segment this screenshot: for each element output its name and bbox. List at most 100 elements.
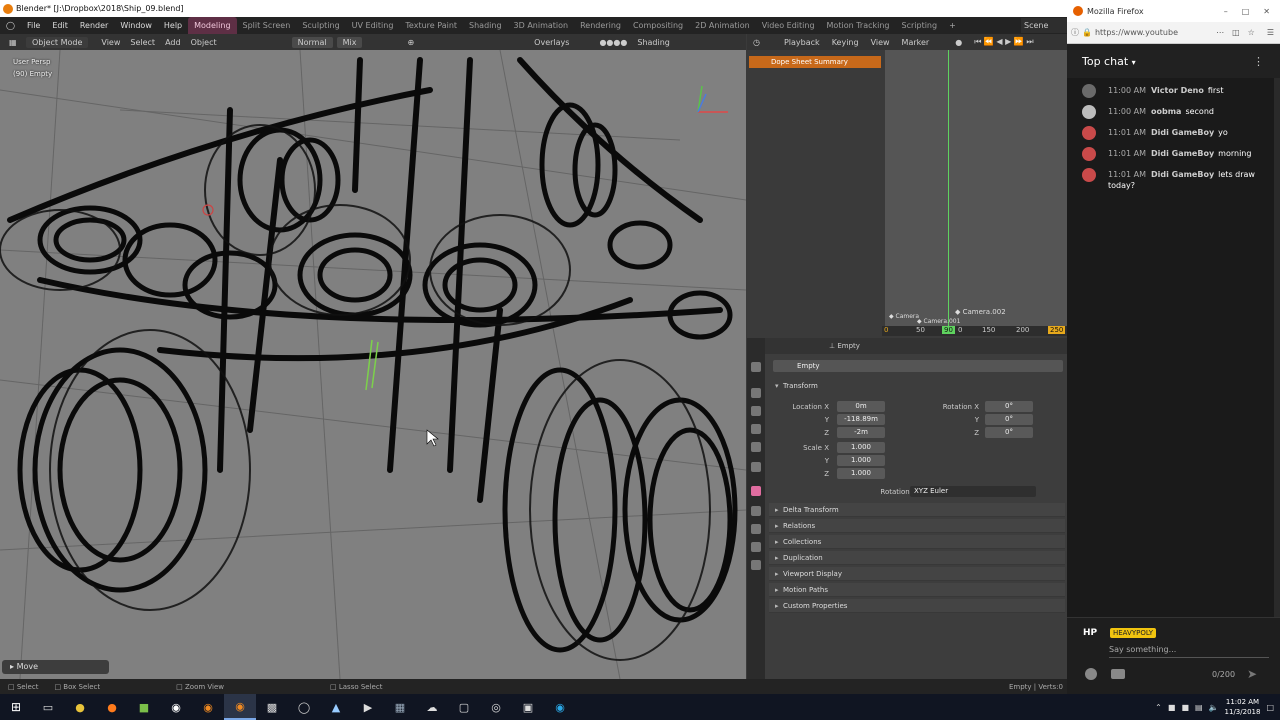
onedrive-icon[interactable]: ☁	[416, 694, 448, 720]
tab-sculpting[interactable]: Sculpting	[296, 17, 345, 34]
object-tab-icon[interactable]	[751, 486, 761, 496]
tray-chevron-icon[interactable]: ⌃	[1155, 703, 1162, 712]
superchat-icon[interactable]	[1111, 669, 1125, 679]
clock[interactable]: 11:02 AM 11/3/2018	[1225, 697, 1261, 717]
tool-tab-icon[interactable]	[751, 362, 761, 372]
start-button[interactable]: ⊞	[0, 694, 32, 720]
more-options-icon[interactable]: ⋮	[1253, 55, 1280, 68]
scene-tab-icon[interactable]	[751, 442, 761, 452]
menu-help[interactable]: Help	[158, 21, 188, 30]
tray-app-icon[interactable]: ■	[1168, 703, 1176, 712]
record-icon[interactable]: ●	[949, 38, 968, 47]
blend-mode-dropdown[interactable]: Mix	[336, 36, 363, 48]
tray-app-icon[interactable]: ■	[1181, 703, 1189, 712]
emoji-icon[interactable]	[1085, 668, 1097, 680]
world-tab-icon[interactable]	[751, 462, 761, 472]
skype-icon[interactable]: ◉	[544, 694, 576, 720]
maps-icon[interactable]: ◎	[480, 694, 512, 720]
menu-ds-view[interactable]: View	[865, 38, 896, 47]
menu-select[interactable]: Select	[125, 38, 160, 47]
notifications-icon[interactable]: □	[1266, 703, 1274, 712]
tab-uv-editing[interactable]: UV Editing	[346, 17, 400, 34]
panel-duplication[interactable]: ▸ Duplication	[769, 551, 1065, 565]
menu-add[interactable]: Add	[160, 38, 186, 47]
url-text[interactable]: https://www.youtube	[1095, 28, 1178, 37]
firefox-taskbar-icon[interactable]: ●	[96, 694, 128, 720]
scene-selector[interactable]: Scene	[1021, 18, 1067, 33]
frame-ruler[interactable]: 0 50 90 0 150 200 250	[882, 326, 1067, 336]
minimize-icon[interactable]: –	[1224, 7, 1228, 16]
orientation-dropdown[interactable]: Normal	[291, 36, 333, 48]
network-icon[interactable]: ▤	[1195, 703, 1203, 712]
shading-dropdown[interactable]: Shading	[632, 38, 675, 47]
mode-dropdown[interactable]: Object Mode	[26, 36, 89, 48]
tab-rendering[interactable]: Rendering	[574, 17, 627, 34]
message-author[interactable]: oobma	[1151, 107, 1181, 116]
scale-x-field[interactable]: 1.000	[837, 442, 885, 453]
close-icon[interactable]: ✕	[1263, 7, 1270, 16]
page-actions-icon[interactable]: ⋯	[1216, 28, 1224, 37]
chat-message-input[interactable]: Say something...	[1109, 645, 1269, 658]
menu-playback[interactable]: Playback	[778, 38, 826, 47]
tab-compositing[interactable]: Compositing	[627, 17, 689, 34]
data-tab-icon[interactable]	[751, 542, 761, 552]
3d-viewport[interactable]: ▦ Object Mode View Select Add Object Nor…	[0, 34, 746, 679]
location-x-field[interactable]: 0m	[837, 401, 885, 412]
volume-icon[interactable]: 🔈	[1209, 703, 1219, 712]
panel-viewport-display[interactable]: ▸ Viewport Display	[769, 567, 1065, 581]
info-icon[interactable]: ⓘ	[1071, 27, 1079, 38]
dope-sheet-summary[interactable]: Dope Sheet Summary	[749, 56, 881, 68]
marker-camera-001[interactable]: ◆ Camera.001	[917, 318, 960, 325]
rotation-x-field[interactable]: 0°	[985, 401, 1033, 412]
avatar[interactable]	[1082, 168, 1096, 182]
send-icon[interactable]: ➤	[1247, 667, 1257, 681]
snap-icon[interactable]: ⊕	[402, 38, 419, 47]
add-workspace-icon[interactable]: +	[943, 21, 962, 30]
menu-window[interactable]: Window	[114, 21, 158, 30]
obs-icon[interactable]: ◉	[160, 694, 192, 720]
tab-modeling[interactable]: Modeling	[188, 17, 237, 34]
marker-camera-002[interactable]: ◆ Camera.002	[955, 308, 1006, 316]
chat-mode-dropdown[interactable]: Top chat ▾	[1082, 55, 1136, 68]
message-author[interactable]: Didi GameBoy	[1151, 170, 1214, 179]
menu-object[interactable]: Object	[186, 38, 222, 47]
tab-split-screen[interactable]: Split Screen	[237, 17, 297, 34]
output-tab-icon[interactable]	[751, 406, 761, 416]
menu-edit[interactable]: Edit	[46, 21, 74, 30]
location-z-field[interactable]: -2m	[837, 427, 885, 438]
tab-motion-tracking[interactable]: Motion Tracking	[821, 17, 896, 34]
panel-delta-transform[interactable]: ▸ Delta Transform	[769, 503, 1065, 517]
maximize-icon[interactable]: □	[1242, 7, 1250, 16]
last-operation-panel[interactable]: ▸ Move	[2, 660, 109, 674]
message-author[interactable]: Didi GameBoy	[1151, 149, 1214, 158]
menu-file[interactable]: File	[21, 21, 46, 30]
app-icon[interactable]: ▦	[384, 694, 416, 720]
tab-shading[interactable]: Shading	[463, 17, 508, 34]
panel-custom-properties[interactable]: ▸ Custom Properties	[769, 599, 1065, 613]
avatar[interactable]	[1082, 147, 1096, 161]
tab-scripting[interactable]: Scripting	[896, 17, 944, 34]
dope-sheet-timeline[interactable]: ◆ Camera ◆ Camera.001 ◆ Camera.002	[885, 50, 1067, 330]
transform-panel-header[interactable]: ▾ Transform	[769, 379, 1065, 393]
message-author[interactable]: Didi GameBoy	[1151, 128, 1214, 137]
message-author[interactable]: Victor Deno	[1151, 86, 1204, 95]
panel-relations[interactable]: ▸ Relations	[769, 519, 1065, 533]
app-icon[interactable]: ▲	[320, 694, 352, 720]
editor-type-icon[interactable]: ▦	[4, 38, 22, 47]
tab-2d-animation[interactable]: 2D Animation	[689, 17, 756, 34]
notepad-icon[interactable]: ■	[128, 694, 160, 720]
avatar[interactable]	[1082, 84, 1096, 98]
rotation-z-field[interactable]: 0°	[985, 427, 1033, 438]
marker-camera[interactable]: ◆ Camera	[889, 313, 919, 320]
tab-texture-paint[interactable]: Texture Paint	[399, 17, 463, 34]
scale-y-field[interactable]: 1.000	[837, 455, 885, 466]
physics-tab-icon[interactable]	[751, 506, 761, 516]
menu-render[interactable]: Render	[74, 21, 114, 30]
task-view-icon[interactable]: ▭	[32, 694, 64, 720]
steam-icon[interactable]: ◯	[288, 694, 320, 720]
menu-keying[interactable]: Keying	[826, 38, 865, 47]
app-icon[interactable]: ▩	[256, 694, 288, 720]
dope-sheet-editor[interactable]: ◷ Playback Keying View Marker ● ⏮ ⏪ ◀ ▶ …	[747, 34, 1067, 338]
app-icon[interactable]: ▣	[512, 694, 544, 720]
chat-scrollbar[interactable]	[1274, 78, 1280, 617]
